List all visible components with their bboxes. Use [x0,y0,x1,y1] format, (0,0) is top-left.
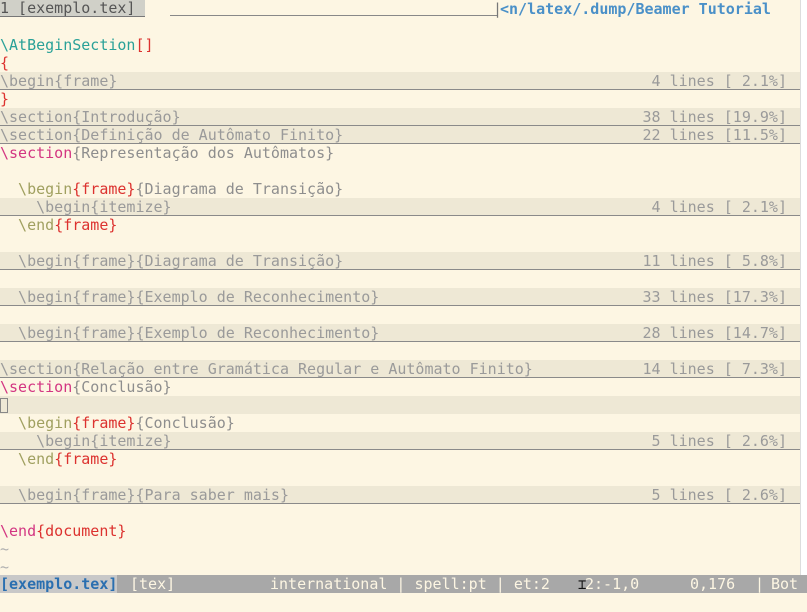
editor-line[interactable]: \end{document} [0,522,807,540]
fold-line[interactable]: \begin{frame}{Exemplo de Reconhecimento}… [0,324,807,342]
cursor-line[interactable] [0,396,807,414]
fold-line[interactable]: \begin{itemize} 4 lines [ 2.1%] [0,198,807,216]
status-separator: | [755,575,765,593]
status-position: 0,176 [690,575,736,593]
fold-line[interactable]: \section{Definição de Autômato Finito} 22… [0,126,807,144]
fold-info: 33 lines [17.3%] [642,288,788,306]
editor-line[interactable]: } [0,90,807,108]
latex-env: {document} [36,522,127,540]
editor-line[interactable]: { [0,54,807,72]
latex-env: {frame} [54,216,118,234]
fold-text: \section{Relação entre Gramática Regular… [0,360,533,378]
text-cursor [0,398,8,413]
mouse-ibeam-icon: ⌶ [578,577,587,593]
latex-env: {frame} [72,414,136,432]
latex-argument: {Conclusão} [72,378,172,396]
status-line: [exemplo.tex] [tex] international | spell:… [0,575,807,593]
brackets: [] [135,36,154,54]
fold-line[interactable]: \begin{frame}{Exemplo de Reconhecimento}… [0,288,807,306]
editor-line[interactable]: \section{Conclusão} [0,378,807,396]
editor-line[interactable]: \end{frame} [0,216,807,234]
editor-line[interactable]: \AtBeginSection[] [0,36,807,54]
latex-argument: {Conclusão} [135,414,235,432]
tabline-path: <n/latex/.dump/Beamer Tutorial [500,0,771,18]
fold-line[interactable]: \section{Relação entre Gramática Regular… [0,360,807,378]
editor-line[interactable]: \begin{frame}{Conclusão} [0,414,807,432]
latex-command: \end [0,216,55,234]
fold-line[interactable]: \begin{frame} 4 lines [ 2.1%] [0,72,807,90]
fold-info: 28 lines [14.7%] [642,324,788,342]
brace: } [0,90,10,108]
fold-info: 14 lines [ 7.3%] [642,360,788,378]
fold-info: 5 lines [ 2.6%] [651,486,787,504]
fold-text: \section{Introdução} [0,108,181,126]
fold-info: 5 lines [ 2.6%] [651,432,787,450]
editor-line[interactable]: \end{frame} [0,450,807,468]
fold-text: \begin{frame} [0,72,118,90]
fold-line[interactable]: \section{Introdução} 38 lines [19.9%] [0,108,807,126]
fold-text: \begin{frame}{Diagrama de Transição} [0,252,344,270]
latex-argument: {Representação dos Autômatos} [72,144,335,162]
latex-command: \begin [0,414,73,432]
status-scroll: Bot [771,575,799,593]
latex-env: {frame} [72,180,136,198]
fold-text: \section{Definição de Autômato Finito} [0,126,344,144]
status-cursor-col: 2:-1,0 [585,575,640,593]
latex-argument: {Diagrama de Transição} [135,180,344,198]
scrollbar[interactable] [800,0,807,575]
fold-line[interactable]: \begin{itemize} 5 lines [ 2.6%] [0,432,807,450]
fold-text: \begin{itemize} [0,432,172,450]
fold-text: \begin{frame}{Exemplo de Reconhecimento} [0,324,380,342]
fold-info: 4 lines [ 2.1%] [651,72,787,90]
fold-text: \begin{frame}{Para saber mais} [0,486,289,504]
empty-line-marker: ~ [0,540,10,558]
status-filetype: [tex] [130,575,176,593]
latex-env: {frame} [54,450,118,468]
fold-text: \begin{itemize} [0,198,172,216]
fold-info: 4 lines [ 2.1%] [651,198,787,216]
editor-line[interactable]: \begin{frame}{Diagrama de Transição} [0,180,807,198]
editor-line[interactable]: \section{Representação dos Autômatos} [0,144,807,162]
fold-info: 22 lines [11.5%] [642,126,788,144]
fold-info: 11 lines [ 5.8%] [642,252,788,270]
status-filename: [exemplo.tex] [0,575,118,593]
latex-command: \begin [0,180,73,198]
status-keymap-spell: international | spell:pt | et:2 [270,575,550,593]
tabline: 1 [exemplo.tex] | <n/latex/.dump/Beamer … [0,0,807,18]
tab-exemplo-tex[interactable]: 1 [exemplo.tex] [0,0,146,17]
latex-command: \section [0,378,73,396]
latex-command: \AtBeginSection [0,36,136,54]
tabline-fill [170,15,498,16]
latex-command: \section [0,144,73,162]
latex-command: \end [0,450,55,468]
empty-line-marker: ~ [0,558,10,576]
latex-command: \end [0,522,37,540]
brace: { [0,54,10,72]
fold-info: 38 lines [19.9%] [642,108,788,126]
fold-text: \begin{frame}{Exemplo de Reconhecimento} [0,288,380,306]
fold-line[interactable]: \begin{frame}{Para saber mais} 5 lines [ … [0,486,807,504]
fold-line[interactable]: \begin{frame}{Diagrama de Transição} 11 l… [0,252,807,270]
